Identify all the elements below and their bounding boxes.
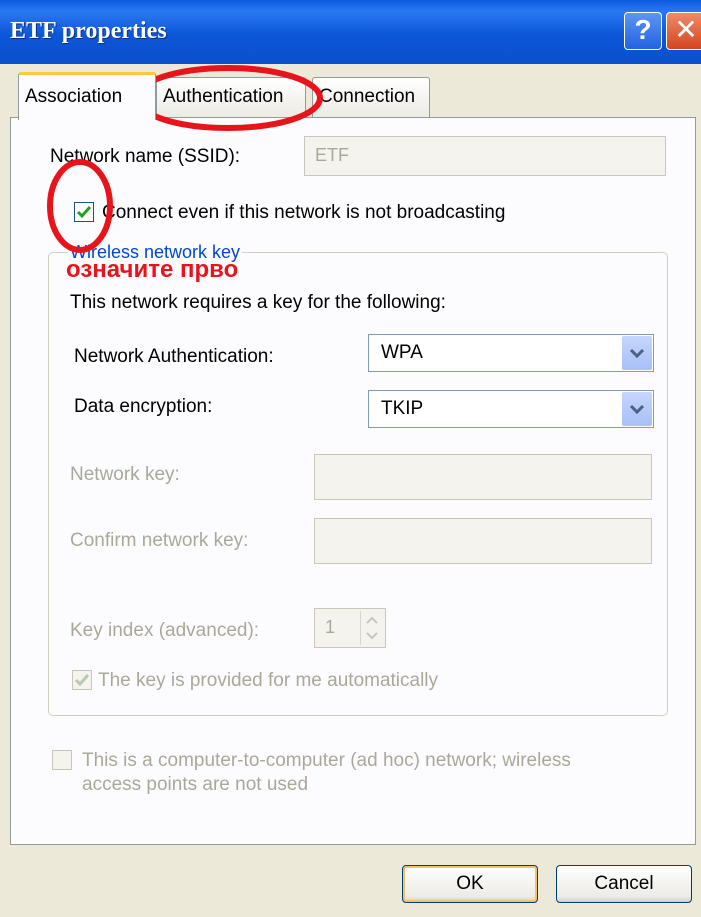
tab-association[interactable]: Association xyxy=(18,72,156,120)
connect-broadcast-checkbox[interactable] xyxy=(74,202,94,222)
network-key-field[interactable] xyxy=(314,454,652,500)
data-encryption-value: TKIP xyxy=(381,398,424,419)
title-bar[interactable]: ETF properties ? ✕ xyxy=(0,0,701,64)
network-auth-label: Network Authentication: xyxy=(74,346,274,367)
connect-broadcast-label: Connect even if this network is not broa… xyxy=(102,202,506,223)
ok-button[interactable]: OK xyxy=(402,865,538,903)
network-auth-select[interactable]: WPA xyxy=(368,334,654,372)
key-index-label: Key index (advanced): xyxy=(70,620,260,641)
key-index-stepper[interactable]: 1 xyxy=(314,608,386,648)
ssid-field[interactable]: ETF xyxy=(304,136,666,176)
cancel-button[interactable]: Cancel xyxy=(556,865,692,903)
key-auto-checkbox[interactable] xyxy=(72,670,92,690)
annotation-text: означите прво xyxy=(66,256,239,283)
close-button[interactable]: ✕ xyxy=(666,12,701,50)
chevron-down-icon[interactable] xyxy=(622,392,652,426)
tab-connection[interactable]: Connection xyxy=(312,77,430,117)
help-button[interactable]: ? xyxy=(624,12,662,50)
adhoc-label-line1: This is a computer-to-computer (ad hoc) … xyxy=(82,750,571,771)
tab-authentication[interactable]: Authentication xyxy=(156,77,306,117)
confirm-key-label: Confirm network key: xyxy=(70,530,249,551)
checkmark-icon xyxy=(74,674,90,687)
spinner-arrows-icon[interactable] xyxy=(360,611,383,645)
data-encryption-label: Data encryption: xyxy=(74,396,213,417)
properties-dialog: ETF properties ? ✕ Association Authentic… xyxy=(0,0,701,917)
dialog-title: ETF properties xyxy=(10,18,167,44)
key-index-value: 1 xyxy=(325,617,336,637)
adhoc-label-line2: access points are not used xyxy=(82,774,309,795)
key-auto-label: The key is provided for me automatically xyxy=(98,670,439,691)
chevron-down-icon[interactable] xyxy=(622,336,652,370)
requires-key-label: This network requires a key for the foll… xyxy=(70,292,446,313)
network-key-label: Network key: xyxy=(70,464,180,485)
data-encryption-select[interactable]: TKIP xyxy=(368,390,654,428)
checkmark-icon xyxy=(76,206,92,219)
confirm-key-field[interactable] xyxy=(314,518,652,564)
network-auth-value: WPA xyxy=(381,342,423,363)
ssid-label: Network name (SSID): xyxy=(50,146,241,167)
adhoc-checkbox[interactable] xyxy=(52,750,72,770)
